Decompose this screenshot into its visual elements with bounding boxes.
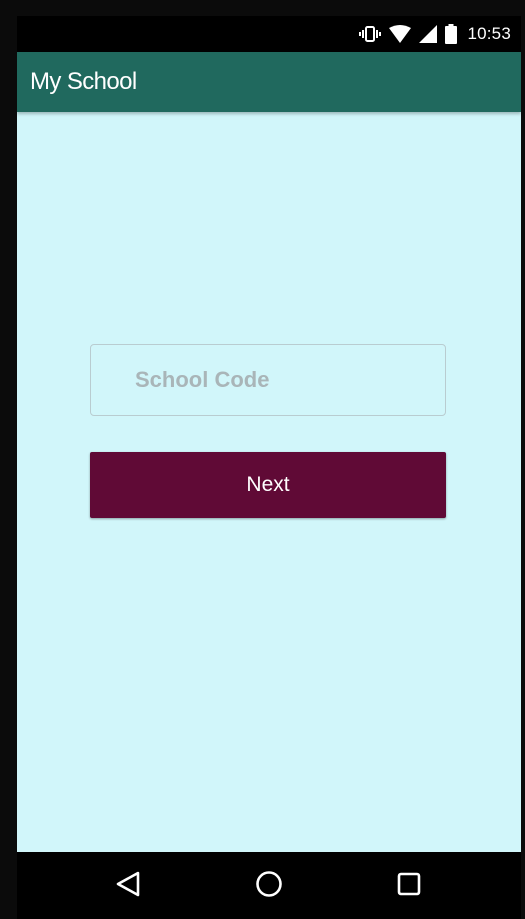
recents-button[interactable] [384, 862, 434, 908]
signal-icon [419, 25, 438, 43]
app-bar: My School [17, 52, 521, 112]
recents-icon [396, 871, 422, 900]
status-time: 10:53 [467, 24, 511, 43]
home-icon [255, 870, 283, 901]
wifi-icon [389, 25, 412, 43]
navigation-bar [17, 852, 521, 919]
battery-icon [445, 24, 458, 44]
device-frame: 10:53 My School Next [0, 0, 525, 919]
back-button[interactable] [103, 862, 153, 908]
phone-screen: 10:53 My School Next [17, 16, 521, 919]
home-button[interactable] [244, 862, 294, 908]
status-bar: 10:53 [17, 16, 521, 52]
back-icon [115, 870, 141, 901]
status-icons: 10:53 [359, 16, 511, 52]
next-button[interactable]: Next [90, 452, 446, 518]
vibrate-icon [359, 25, 382, 43]
school-code-input[interactable] [90, 344, 446, 416]
app-title: My School [30, 68, 137, 95]
main-content: Next [17, 112, 521, 852]
